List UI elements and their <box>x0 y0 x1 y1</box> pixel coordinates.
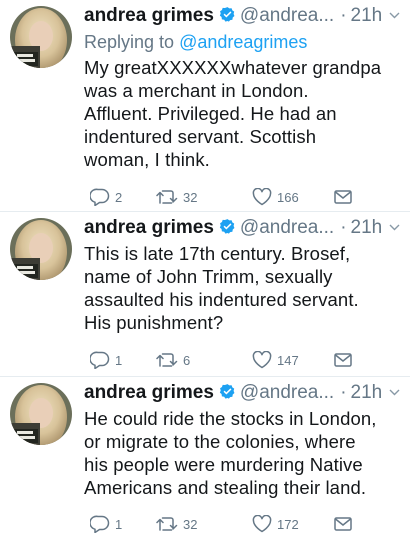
direct-message-button[interactable] <box>334 186 352 208</box>
chevron-down-icon[interactable] <box>389 389 400 396</box>
direct-message-button[interactable] <box>334 349 352 371</box>
tweet-text: My greatXXXXXXwhatever grandpa was a mer… <box>84 57 382 170</box>
chevron-down-icon[interactable] <box>389 12 400 19</box>
author-name[interactable]: andrea grimes <box>84 5 214 26</box>
direct-message-icon <box>334 190 352 204</box>
retweet-button[interactable]: 6 <box>156 349 190 371</box>
like-count: 166 <box>277 189 299 205</box>
tweet[interactable]: andrea grimes @andrea... · 21h Replying to … <box>0 0 410 212</box>
like-heart-icon <box>252 188 272 206</box>
tweet[interactable]: andrea grimes @andrea... · 21h He could rid… <box>0 377 410 540</box>
tweet-header: andrea grimes @andrea... · 21h <box>84 381 402 405</box>
retweet-count: 32 <box>183 516 198 532</box>
tweet-header: andrea grimes @andrea... · 21h <box>84 4 402 28</box>
author-name[interactable]: andrea grimes <box>84 217 214 238</box>
reply-icon <box>90 515 110 533</box>
tweet-header: andrea grimes @andrea... · 21h <box>84 216 402 240</box>
like-button[interactable]: 147 <box>252 349 299 371</box>
like-heart-icon <box>252 351 272 369</box>
reply-button[interactable]: 1 <box>90 349 122 371</box>
retweet-button[interactable]: 32 <box>156 513 197 535</box>
avatar[interactable] <box>10 218 72 280</box>
reply-button[interactable]: 2 <box>90 186 122 208</box>
avatar[interactable] <box>10 6 72 68</box>
tweet-thread: andrea grimes @andrea... · 21h Replying to … <box>0 0 410 540</box>
direct-message-button[interactable] <box>334 513 352 535</box>
author-name[interactable]: andrea grimes <box>84 382 214 403</box>
author-handle[interactable]: @andrea... <box>240 382 334 403</box>
like-button[interactable]: 172 <box>252 513 299 535</box>
reply-button[interactable]: 1 <box>90 513 122 535</box>
verified-badge-icon <box>219 219 235 234</box>
reply-count: 1 <box>115 516 123 532</box>
reply-count: 2 <box>115 189 123 205</box>
retweet-icon <box>156 353 178 367</box>
reply-count: 1 <box>115 352 123 368</box>
reply-icon <box>90 351 110 369</box>
replying-to: Replying to @andreagrimes <box>84 32 308 52</box>
tweet-text: This is late 17th century. Brosef, name … <box>84 243 359 333</box>
retweet-count: 6 <box>183 352 191 368</box>
verified-badge-icon <box>219 384 235 399</box>
like-count: 172 <box>277 516 299 532</box>
direct-message-icon <box>334 517 352 531</box>
like-heart-icon <box>252 515 272 533</box>
reply-icon <box>90 188 110 206</box>
timestamp[interactable]: 21h <box>351 217 383 238</box>
like-count: 147 <box>277 352 299 368</box>
reply-to-handle-link[interactable]: @andreagrimes <box>179 32 307 52</box>
tweet[interactable]: andrea grimes @andrea... · 21h This is late… <box>0 212 410 377</box>
like-button[interactable]: 166 <box>252 186 299 208</box>
author-handle[interactable]: @andrea... <box>240 5 334 26</box>
timestamp[interactable]: 21h <box>351 5 383 26</box>
timestamp[interactable]: 21h <box>351 382 383 403</box>
chevron-down-icon[interactable] <box>389 224 400 231</box>
retweet-button[interactable]: 32 <box>156 186 197 208</box>
author-handle[interactable]: @andrea... <box>240 217 334 238</box>
retweet-count: 32 <box>183 189 198 205</box>
avatar[interactable] <box>10 383 72 445</box>
retweet-icon <box>156 190 178 204</box>
verified-badge-icon <box>219 7 235 22</box>
direct-message-icon <box>334 353 352 367</box>
tweet-text: He could ride the stocks in London, or m… <box>84 408 377 498</box>
retweet-icon <box>156 517 178 531</box>
